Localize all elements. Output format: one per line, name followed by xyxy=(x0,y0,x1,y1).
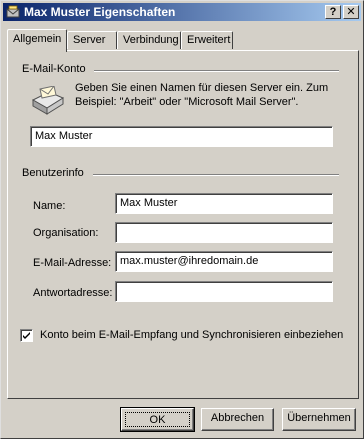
tab-erweitert[interactable]: Erweitert xyxy=(181,31,233,49)
title-bar[interactable]: Max Muster Eigenschaften ? ✕ xyxy=(3,3,361,21)
reply-address-label: Antwortadresse: xyxy=(33,287,113,299)
checkmark-icon xyxy=(23,332,30,339)
tab-strip: Allgemein Server Verbindung Erweitert xyxy=(7,29,359,52)
name-label: Name: xyxy=(33,200,66,212)
email-address-field[interactable]: max.muster@ihredomain.de xyxy=(115,251,333,272)
apply-button[interactable]: Übernehmen xyxy=(282,408,356,431)
account-icon xyxy=(6,5,20,18)
ok-button-label: OK xyxy=(125,412,190,427)
user-info-group-label: Benutzerinfo xyxy=(22,167,84,179)
email-address-label: E-Mail-Adresse: xyxy=(33,257,112,269)
name-field[interactable]: Max Muster xyxy=(115,193,333,214)
account-name-field[interactable]: Max Muster xyxy=(30,126,333,147)
sync-checkbox[interactable] xyxy=(20,329,33,342)
divider xyxy=(94,70,339,72)
organization-field[interactable] xyxy=(115,222,333,243)
tab-server[interactable]: Server xyxy=(67,31,117,49)
sync-checkbox-label[interactable]: Konto beim E-Mail-Empfang und Synchronis… xyxy=(40,329,343,341)
tab-allgemein[interactable]: Allgemein xyxy=(7,29,67,52)
window-title: Max Muster Eigenschaften xyxy=(24,5,176,19)
tab-verbindung[interactable]: Verbindung xyxy=(117,31,181,49)
reply-address-field[interactable] xyxy=(115,281,333,302)
cancel-button[interactable]: Abbrechen xyxy=(201,408,274,431)
help-button[interactable]: ? xyxy=(325,5,341,19)
ok-button[interactable]: OK xyxy=(120,407,195,432)
close-button[interactable]: ✕ xyxy=(343,5,359,19)
email-account-description: Geben Sie einen Namen für diesen Server … xyxy=(75,82,329,108)
email-account-group-label: E-Mail-Konto xyxy=(22,63,86,75)
divider xyxy=(93,174,339,176)
mail-server-icon xyxy=(31,86,65,115)
organization-label: Organisation: xyxy=(33,227,99,239)
properties-dialog: Max Muster Eigenschaften ? ✕ Allgemein S… xyxy=(0,0,364,439)
